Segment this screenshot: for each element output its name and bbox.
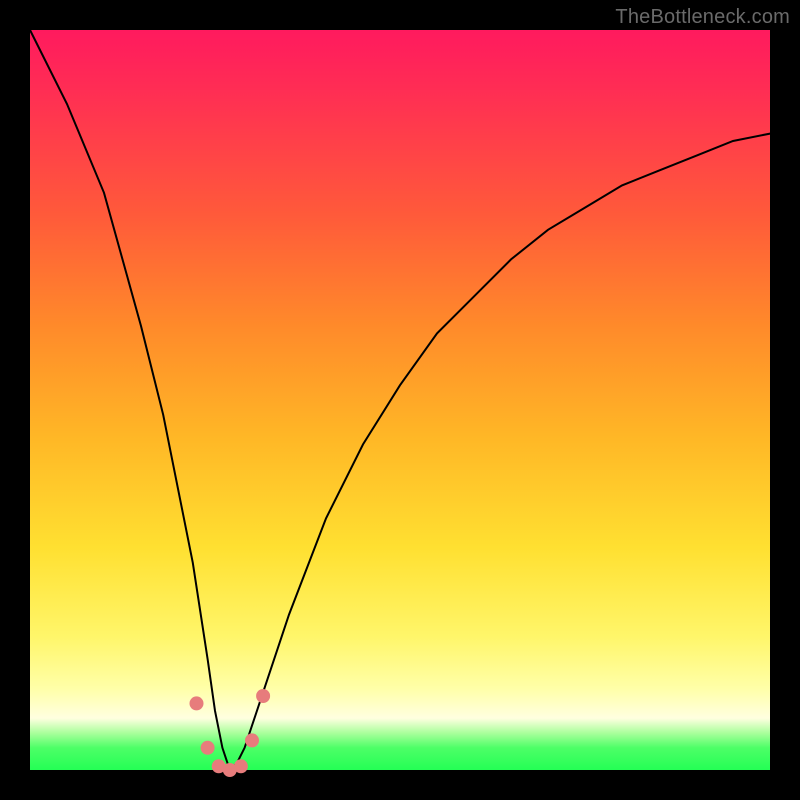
watermark-text: TheBottleneck.com <box>615 6 790 29</box>
curve-markers <box>190 689 271 777</box>
curve-marker <box>190 696 204 710</box>
curve-marker <box>256 689 270 703</box>
curve-marker <box>201 741 215 755</box>
curve-marker <box>234 759 248 773</box>
curve-marker <box>245 733 259 747</box>
chart-frame: TheBottleneck.com <box>0 0 800 800</box>
plot-area <box>30 30 770 770</box>
bottleneck-curve <box>30 30 770 770</box>
